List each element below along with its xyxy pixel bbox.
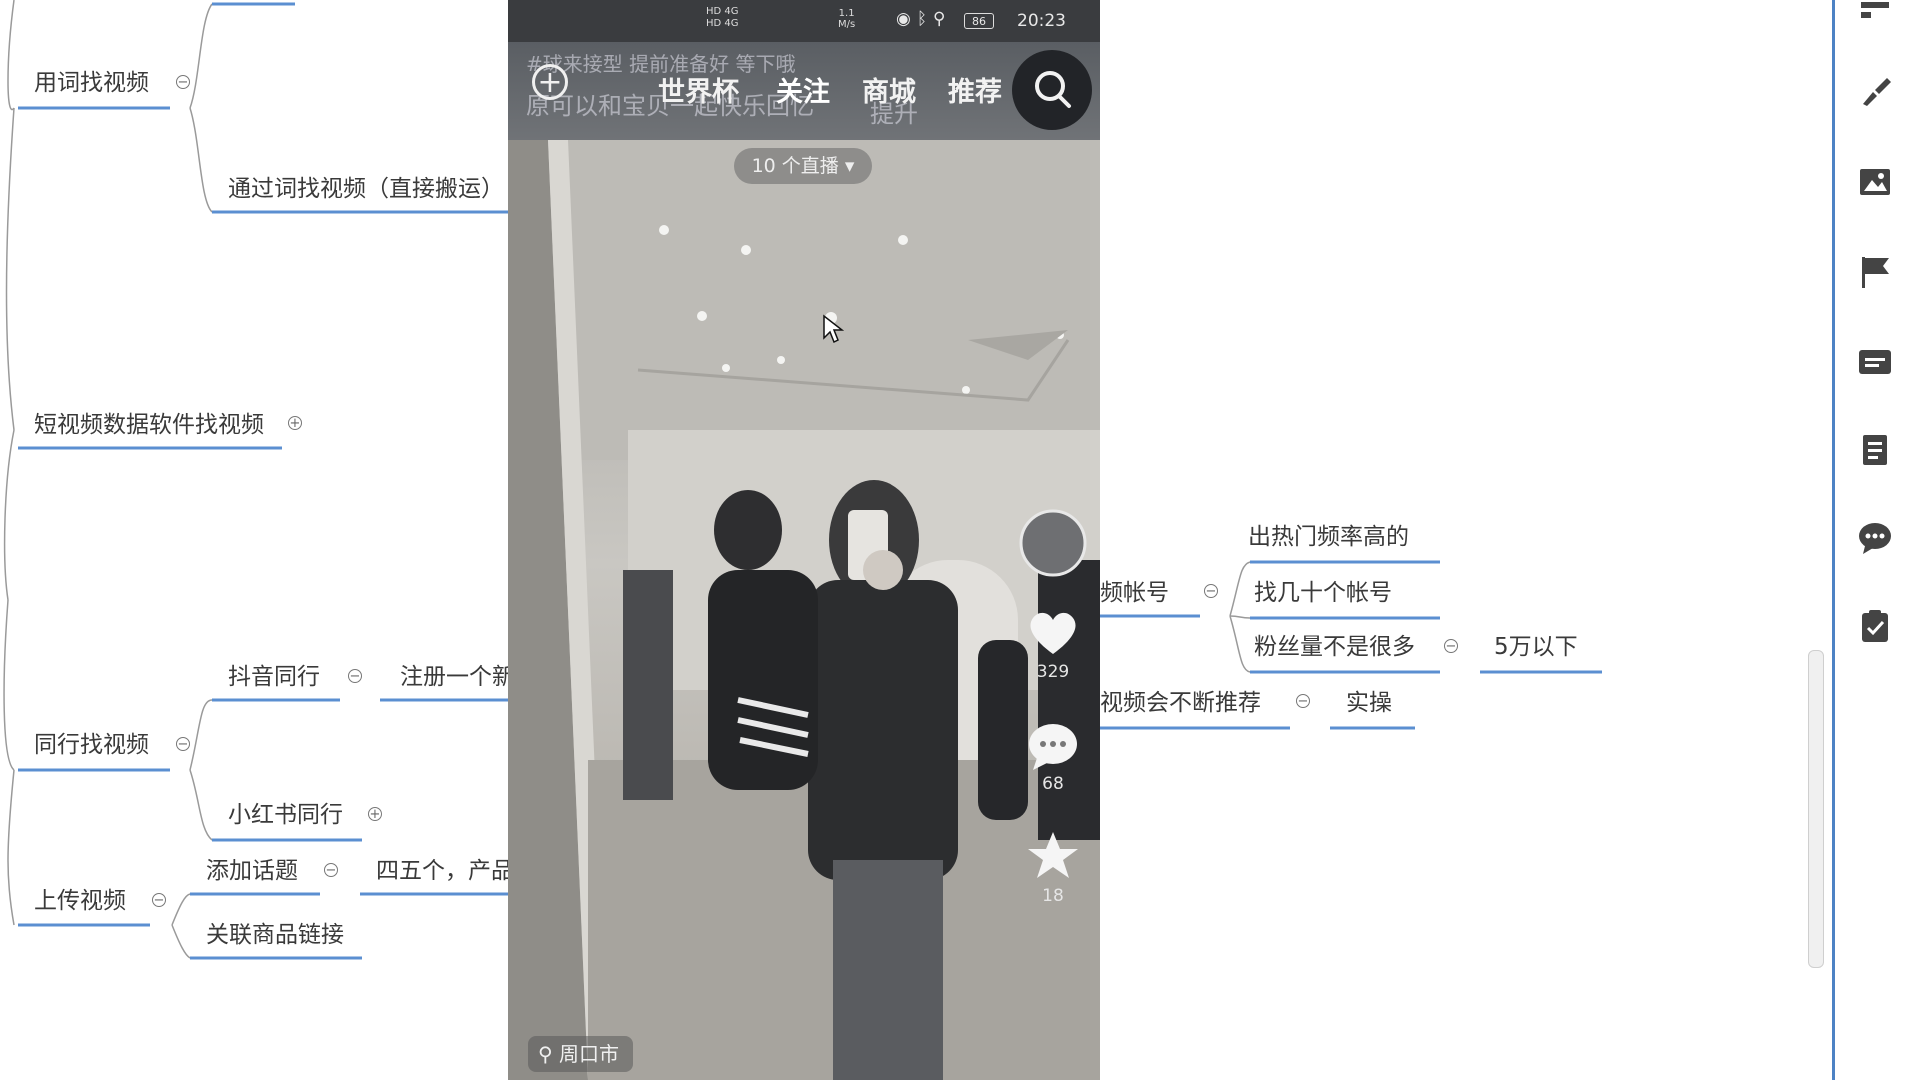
star-icon xyxy=(1028,832,1078,878)
mouse-cursor-icon xyxy=(823,314,844,344)
node-douyin[interactable]: 抖音同行 xyxy=(228,662,320,692)
node-tianjia[interactable]: 添加话题 xyxy=(206,856,298,886)
collapse-toggle-icon[interactable]: − xyxy=(152,893,166,907)
brush-icon[interactable] xyxy=(1857,74,1893,110)
node-wuwan[interactable]: 5万以下 xyxy=(1494,632,1578,662)
node-zhaoji[interactable]: 找几十个帐号 xyxy=(1254,578,1392,608)
heart-icon xyxy=(1030,612,1076,654)
video-scene xyxy=(508,140,1100,1080)
expand-toggle-icon[interactable]: + xyxy=(288,416,302,430)
task-icon[interactable] xyxy=(1857,608,1893,644)
tab-recommend[interactable]: 推荐 xyxy=(948,70,1002,109)
creator-avatar[interactable] xyxy=(1018,508,1088,582)
node-shangchuan[interactable]: 上传视频 xyxy=(34,886,126,916)
tab-mall[interactable]: 商城 xyxy=(862,70,916,109)
node-tongguoci[interactable]: 通过词找视频（直接搬运） xyxy=(228,174,504,204)
location-tag[interactable]: ⚲ 周口市 xyxy=(528,1036,634,1072)
node-shipinhui[interactable]: 视频会不断推荐 xyxy=(1100,688,1261,718)
node-xiaohongshu[interactable]: 小红书同行 xyxy=(228,800,343,830)
add-icon[interactable]: + xyxy=(532,64,568,100)
node-duanshipin[interactable]: 短视频数据软件找视频 xyxy=(34,410,264,440)
search-icon xyxy=(1035,71,1071,108)
collapse-toggle-icon[interactable]: − xyxy=(1204,584,1218,598)
favorite-button[interactable]: 18 xyxy=(1018,830,1088,906)
location-label: 周口市 xyxy=(559,1042,620,1066)
tab-following[interactable]: 关注 xyxy=(776,70,830,109)
collapse-toggle-icon[interactable]: − xyxy=(176,737,190,751)
node-chure[interactable]: 出热门频率高的 xyxy=(1248,522,1409,552)
status-bar: HD 4G HD 4G 1.1 M/s ◉ᛒ⚲ 86 20:23 xyxy=(508,0,1100,42)
collapse-toggle-icon[interactable]: − xyxy=(324,863,338,877)
tab-worldcup[interactable]: 世界杯 xyxy=(658,70,739,109)
phone-screen-mirror[interactable]: HD 4G HD 4G 1.1 M/s ◉ᛒ⚲ 86 20:23 #球来接型 提… xyxy=(508,0,1100,1080)
location-pin-icon: ⚲ xyxy=(933,9,952,29)
collapse-toggle-icon[interactable]: − xyxy=(348,669,362,683)
favorite-count: 18 xyxy=(1042,886,1064,906)
like-button[interactable]: 329 xyxy=(1018,608,1088,682)
image-icon[interactable] xyxy=(1857,164,1893,200)
node-shicao[interactable]: 实操 xyxy=(1346,688,1392,718)
node-siwuge[interactable]: 四五个，产品 xyxy=(376,856,514,886)
network-indicator: HD 4G HD 4G xyxy=(706,6,739,29)
collapse-toggle-icon[interactable]: − xyxy=(1444,639,1458,653)
outline-icon[interactable] xyxy=(1857,0,1893,36)
comment-icon[interactable] xyxy=(1857,520,1893,556)
label-icon[interactable] xyxy=(1857,344,1893,380)
node-zhuce[interactable]: 注册一个新 xyxy=(400,662,515,692)
status-time: 20:23 xyxy=(1017,11,1066,31)
note-icon[interactable] xyxy=(1857,432,1893,468)
expand-toggle-icon[interactable]: + xyxy=(368,807,382,821)
node-tonghang[interactable]: 同行找视频 xyxy=(34,730,149,760)
battery-icon: 86 xyxy=(964,13,994,29)
comment-count: 68 xyxy=(1042,774,1064,794)
right-toolbar xyxy=(1832,0,1910,1080)
top-navigation: #球来接型 提前准备好 等下哦 原可以和宝贝一起快乐回忆 提升 + 世界杯 关注… xyxy=(508,42,1100,140)
flag-icon[interactable] xyxy=(1857,254,1893,290)
live-count-pill[interactable]: 10 个直播 ▾ xyxy=(734,148,872,184)
status-icons: ◉ᛒ⚲ xyxy=(896,9,952,29)
comment-icon xyxy=(1029,724,1077,770)
bluetooth-icon: ᛒ xyxy=(916,9,934,29)
node-pinzhanghao[interactable]: 频帐号 xyxy=(1100,578,1169,608)
avatar xyxy=(1019,509,1087,577)
location-pin-icon: ⚲ xyxy=(538,1042,560,1066)
collapse-toggle-icon[interactable]: − xyxy=(1296,694,1310,708)
network-speed: 1.1 M/s xyxy=(838,8,856,30)
node-guanlian[interactable]: 关联商品链接 xyxy=(206,920,344,950)
search-button[interactable] xyxy=(1012,50,1092,130)
scrollbar[interactable] xyxy=(1808,650,1824,968)
eye-icon: ◉ xyxy=(896,9,917,29)
node-yongci[interactable]: 用词找视频 xyxy=(34,68,149,98)
collapse-toggle-icon[interactable]: − xyxy=(176,75,190,89)
node-fensi[interactable]: 粉丝量不是很多 xyxy=(1254,632,1415,662)
video-frame[interactable]: 329 68 18 xyxy=(508,140,1100,1080)
like-count: 329 xyxy=(1036,662,1070,682)
comment-button[interactable]: 68 xyxy=(1018,720,1088,794)
